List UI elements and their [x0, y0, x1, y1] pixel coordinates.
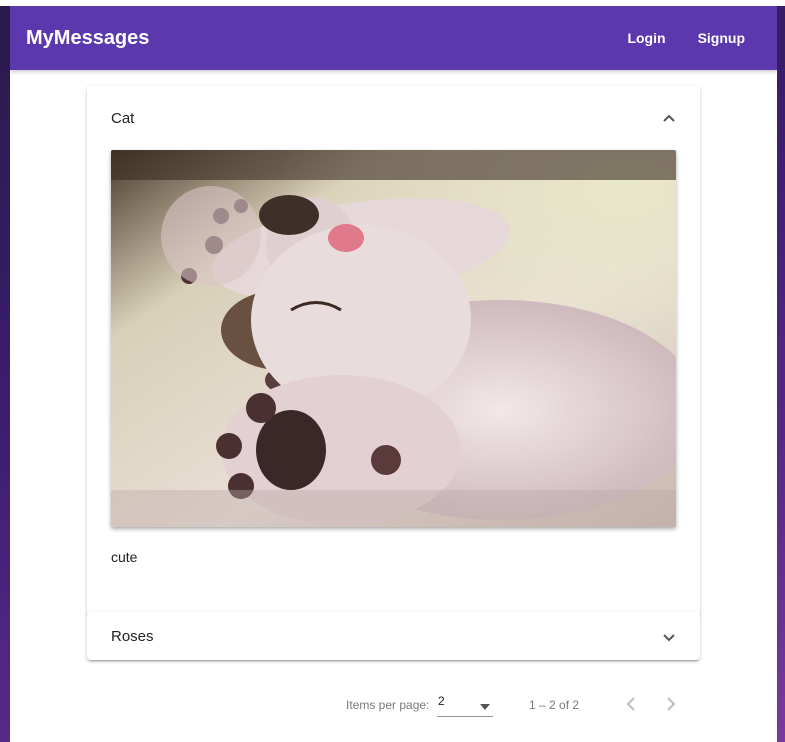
signup-button[interactable]: Signup	[682, 22, 761, 54]
page-size-value: 2	[438, 694, 445, 708]
message-panel-cat: Cat cute	[87, 86, 700, 617]
app-container: MyMessages Login Signup Cat cute Roses I…	[10, 6, 777, 742]
panel-header-cat[interactable]: Cat	[87, 86, 700, 150]
cat-image	[111, 150, 676, 527]
items-per-page-label: Items per page:	[346, 698, 430, 712]
panel-title: Cat	[111, 109, 135, 127]
top-toolbar: MyMessages Login Signup	[10, 6, 777, 70]
panel-header-roses[interactable]: Roses	[87, 612, 700, 660]
chevron-down-icon[interactable]	[662, 631, 676, 645]
panel-title: Roses	[111, 627, 154, 645]
paginator: Items per page: 2 1 – 2 of 2	[10, 676, 777, 732]
chevron-right-icon[interactable]	[656, 689, 686, 719]
panel-body-cat: cute	[87, 150, 700, 617]
app-title[interactable]: MyMessages	[26, 27, 149, 50]
message-content: cute	[111, 549, 138, 565]
dropdown-arrow-icon	[480, 699, 490, 713]
page-range-label: 1 – 2 of 2	[529, 698, 580, 712]
login-button[interactable]: Login	[611, 22, 681, 54]
chevron-up-icon[interactable]	[662, 111, 676, 125]
message-panel-roses: Roses	[87, 612, 700, 660]
chevron-left-icon[interactable]	[616, 689, 646, 719]
page-size-select[interactable]: 2	[437, 690, 493, 717]
